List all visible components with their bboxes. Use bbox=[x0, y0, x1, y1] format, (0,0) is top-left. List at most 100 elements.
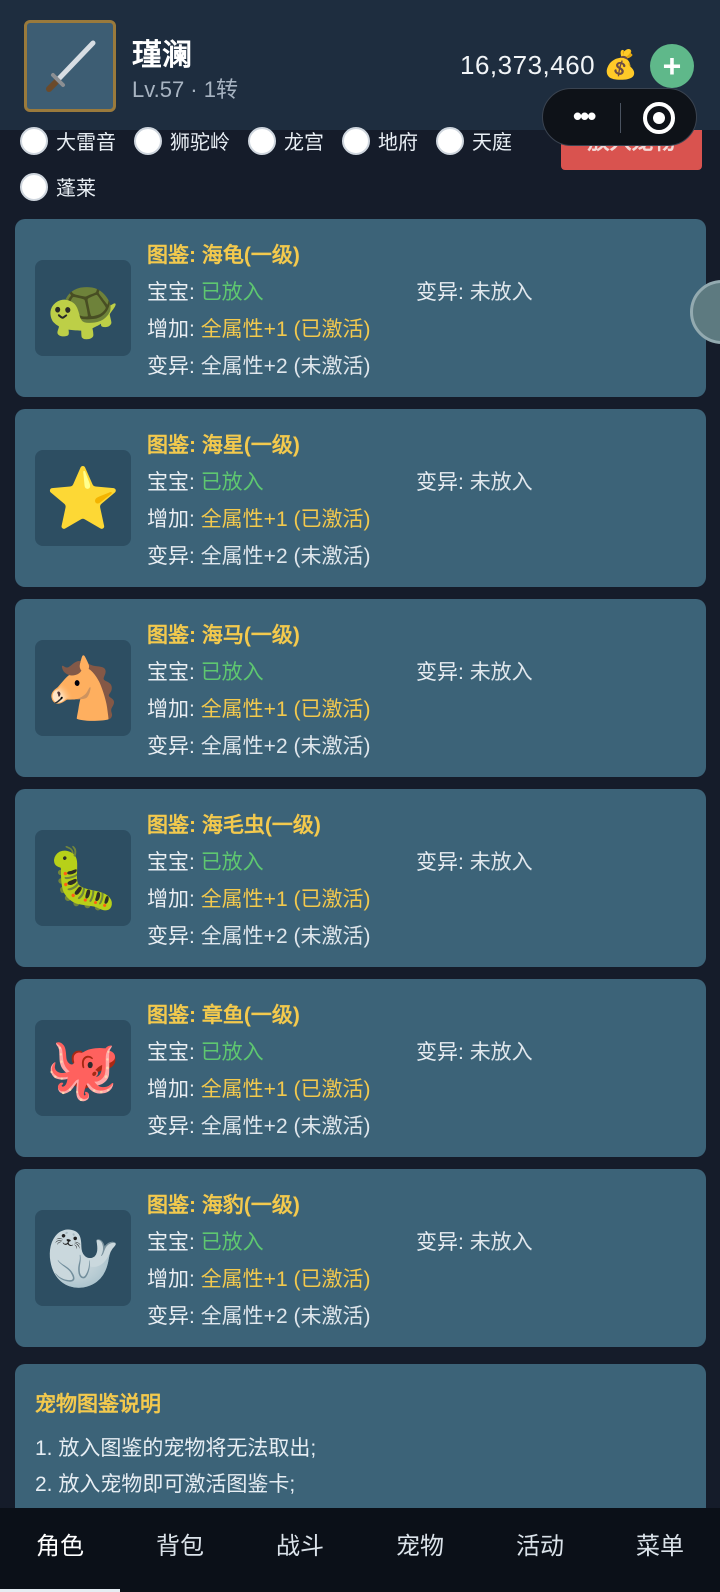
mutation-line: 变异: 未放入 bbox=[416, 466, 533, 496]
horse-icon: 🐴 bbox=[35, 640, 131, 736]
filter-row-1: 大雷音 狮驼岭 龙宫 地府 天庭 bbox=[20, 126, 530, 155]
add-label: 增加: bbox=[147, 1268, 195, 1291]
mutation-bonus-label: 变异: bbox=[147, 545, 195, 568]
radio-label: 龙宫 bbox=[284, 132, 324, 154]
add-bonus: 全属性+1 (已激活) bbox=[200, 1268, 371, 1291]
radio-option[interactable] bbox=[20, 172, 48, 201]
pet-card: 🐛 图鉴: 海毛虫(一级) 宝宝: 已放入 变异: 未放入 增加: 全属性+1 … bbox=[15, 789, 706, 967]
mutation-status: 未放入 bbox=[469, 281, 533, 304]
radio-option[interactable] bbox=[20, 126, 48, 155]
star-icon: ⭐ bbox=[35, 450, 131, 546]
pet-card: 🦭 图鉴: 海豹(一级) 宝宝: 已放入 变异: 未放入 增加: 全属性+1 (… bbox=[15, 1169, 706, 1347]
mutation-label: 变异: bbox=[416, 851, 464, 874]
baby-label: 宝宝: bbox=[147, 1041, 195, 1064]
turtle-icon: 🐢 bbox=[35, 260, 131, 356]
gold-amount: 16,373,460 bbox=[460, 50, 596, 80]
mutation-line: 变异: 未放入 bbox=[416, 1036, 533, 1066]
sword-icon bbox=[46, 40, 96, 92]
nav-tab-battle[interactable]: 战斗 bbox=[240, 1508, 360, 1592]
radio-option[interactable] bbox=[134, 126, 162, 155]
info-line: 1. 放入图鉴的宠物将无法取出; bbox=[35, 1437, 317, 1460]
card-title: 图鉴: 海豹(一级) bbox=[147, 1194, 300, 1217]
mutation-bonus: 全属性+2 (未激活) bbox=[200, 1305, 371, 1328]
caterpillar-icon: 🐛 bbox=[35, 830, 131, 926]
add-gold-button[interactable]: + bbox=[650, 44, 694, 88]
mutation-status: 未放入 bbox=[469, 1231, 533, 1254]
mutation-bonus-line: 变异: 全属性+2 (未激活) bbox=[147, 350, 370, 380]
add-bonus: 全属性+1 (已激活) bbox=[200, 698, 371, 721]
baby-status: 已放入 bbox=[200, 851, 264, 874]
mutation-label: 变异: bbox=[416, 661, 464, 684]
close-miniprogram-icon[interactable] bbox=[643, 102, 675, 134]
pet-card: 🐴 图鉴: 海马(一级) 宝宝: 已放入 变异: 未放入 增加: 全属性+1 (… bbox=[15, 599, 706, 777]
player-name: 瑾澜 bbox=[132, 39, 192, 72]
radio-label: 狮驼岭 bbox=[170, 132, 230, 154]
mutation-bonus: 全属性+2 (未激活) bbox=[200, 355, 371, 378]
card-title: 图鉴: 海龟(一级) bbox=[147, 244, 300, 267]
mutation-bonus: 全属性+2 (未激活) bbox=[200, 925, 371, 948]
seal-icon: 🦭 bbox=[35, 1210, 131, 1306]
bottom-nav: 角色 背包 战斗 宠物 活动 菜单 bbox=[0, 1508, 720, 1592]
baby-line: 宝宝: 已放入 bbox=[147, 1226, 264, 1256]
info-line: 2. 放入宠物即可激活图鉴卡; bbox=[35, 1473, 296, 1496]
baby-label: 宝宝: bbox=[147, 1231, 195, 1254]
radio-label: 天庭 bbox=[472, 132, 512, 154]
add-bonus: 全属性+1 (已激活) bbox=[200, 1078, 371, 1101]
nav-tab-pet[interactable]: 宠物 bbox=[360, 1508, 480, 1592]
mutation-label: 变异: bbox=[416, 1041, 464, 1064]
mutation-bonus-line: 变异: 全属性+2 (未激活) bbox=[147, 1300, 370, 1330]
radio-option[interactable] bbox=[248, 126, 276, 155]
add-line: 增加: 全属性+1 (已激活) bbox=[147, 313, 370, 343]
nav-tab-activity[interactable]: 活动 bbox=[480, 1508, 600, 1592]
mutation-label: 变异: bbox=[416, 281, 464, 304]
filter-row-2: 蓬莱 bbox=[20, 172, 114, 201]
add-bonus: 全属性+1 (已激活) bbox=[200, 888, 371, 911]
add-line: 增加: 全属性+1 (已激活) bbox=[147, 1073, 370, 1103]
radio-label: 地府 bbox=[378, 132, 418, 154]
info-title: 宠物图鉴说明 bbox=[35, 1393, 161, 1416]
miniprogram-capsule: ••• bbox=[542, 88, 697, 146]
mutation-label: 变异: bbox=[416, 471, 464, 494]
radio-label: 大雷音 bbox=[56, 132, 116, 154]
mutation-bonus-line: 变异: 全属性+2 (未激活) bbox=[147, 540, 370, 570]
mutation-bonus-line: 变异: 全属性+2 (未激活) bbox=[147, 920, 370, 950]
mutation-status: 未放入 bbox=[469, 851, 533, 874]
mutation-bonus-line: 变异: 全属性+2 (未激活) bbox=[147, 1110, 370, 1140]
baby-label: 宝宝: bbox=[147, 471, 195, 494]
mutation-bonus-label: 变异: bbox=[147, 355, 195, 378]
mutation-line: 变异: 未放入 bbox=[416, 656, 533, 686]
add-line: 增加: 全属性+1 (已激活) bbox=[147, 1263, 370, 1293]
add-label: 增加: bbox=[147, 888, 195, 911]
baby-status: 已放入 bbox=[200, 1231, 264, 1254]
add-label: 增加: bbox=[147, 318, 195, 341]
avatar[interactable] bbox=[24, 20, 116, 112]
add-label: 增加: bbox=[147, 698, 195, 721]
pet-card: ⭐ 图鉴: 海星(一级) 宝宝: 已放入 变异: 未放入 增加: 全属性+1 (… bbox=[15, 409, 706, 587]
baby-status: 已放入 bbox=[200, 1041, 264, 1064]
mutation-bonus-line: 变异: 全属性+2 (未激活) bbox=[147, 730, 370, 760]
player-level: Lv.57 · 1转 bbox=[132, 77, 238, 102]
mutation-status: 未放入 bbox=[469, 661, 533, 684]
mutation-line: 变异: 未放入 bbox=[416, 846, 533, 876]
pet-card: 🐙 图鉴: 章鱼(一级) 宝宝: 已放入 变异: 未放入 增加: 全属性+1 (… bbox=[15, 979, 706, 1157]
mutation-bonus-label: 变异: bbox=[147, 1115, 195, 1138]
baby-status: 已放入 bbox=[200, 661, 264, 684]
mutation-label: 变异: bbox=[416, 1231, 464, 1254]
mutation-status: 未放入 bbox=[469, 471, 533, 494]
mutation-bonus: 全属性+2 (未激活) bbox=[200, 545, 371, 568]
baby-label: 宝宝: bbox=[147, 281, 195, 304]
add-line: 增加: 全属性+1 (已激活) bbox=[147, 883, 370, 913]
nav-tab-role[interactable]: 角色 bbox=[0, 1508, 120, 1592]
baby-status: 已放入 bbox=[200, 281, 264, 304]
more-icon[interactable]: ••• bbox=[573, 101, 596, 132]
radio-option[interactable] bbox=[342, 126, 370, 155]
add-label: 增加: bbox=[147, 508, 195, 531]
nav-tab-bag[interactable]: 背包 bbox=[120, 1508, 240, 1592]
nav-tab-menu[interactable]: 菜单 bbox=[600, 1508, 720, 1592]
radio-option[interactable] bbox=[436, 126, 464, 155]
add-line: 增加: 全属性+1 (已激活) bbox=[147, 693, 370, 723]
mutation-status: 未放入 bbox=[469, 1041, 533, 1064]
radio-label: 蓬莱 bbox=[56, 178, 96, 200]
mutation-bonus: 全属性+2 (未激活) bbox=[200, 735, 371, 758]
baby-line: 宝宝: 已放入 bbox=[147, 466, 264, 496]
